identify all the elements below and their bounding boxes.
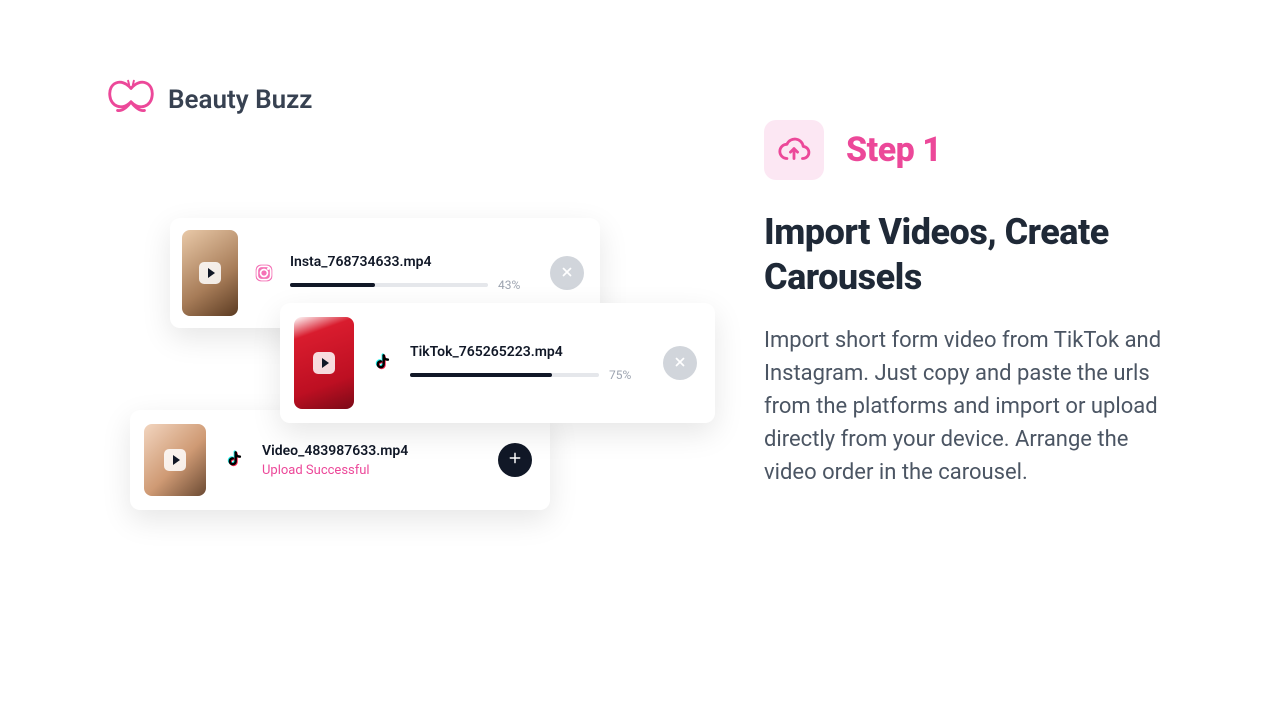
step-body: Import short form video from TikTok and … bbox=[764, 324, 1164, 489]
tiktok-icon bbox=[224, 450, 244, 470]
progress-percent: 75% bbox=[609, 368, 645, 382]
video-thumbnail[interactable] bbox=[182, 230, 238, 316]
upload-filename: TikTok_765265223.mp4 bbox=[410, 344, 645, 360]
play-icon bbox=[199, 262, 221, 284]
progress-bar bbox=[290, 283, 488, 287]
step-headline: Import Videos, Create Carousels bbox=[764, 210, 1164, 300]
cancel-upload-button[interactable] bbox=[550, 256, 584, 290]
upload-filename: Video_483987633.mp4 bbox=[262, 443, 480, 459]
close-icon bbox=[673, 354, 687, 373]
upload-card: Video_483987633.mp4 Upload Successful bbox=[130, 410, 550, 510]
step-panel: Step 1 Import Videos, Create Carousels I… bbox=[764, 120, 1164, 489]
play-icon bbox=[313, 352, 335, 374]
progress-bar bbox=[410, 373, 599, 377]
cloud-upload-icon bbox=[764, 120, 824, 180]
upload-cards-area: Insta_768734633.mp4 43% T bbox=[130, 218, 750, 538]
instagram-icon bbox=[254, 263, 274, 283]
add-button[interactable] bbox=[498, 443, 532, 477]
tiktok-icon bbox=[372, 353, 392, 373]
brand-name: Beauty Buzz bbox=[168, 85, 312, 115]
butterfly-icon bbox=[108, 78, 154, 122]
upload-filename: Insta_768734633.mp4 bbox=[290, 254, 534, 270]
step-badge: Step 1 bbox=[846, 130, 941, 170]
brand-logo: Beauty Buzz bbox=[108, 78, 312, 122]
video-thumbnail[interactable] bbox=[294, 317, 354, 409]
close-icon bbox=[560, 264, 574, 283]
play-icon bbox=[164, 449, 186, 471]
plus-icon bbox=[507, 450, 523, 470]
upload-card: TikTok_765265223.mp4 75% bbox=[280, 303, 715, 423]
cancel-upload-button[interactable] bbox=[663, 346, 697, 380]
upload-status: Upload Successful bbox=[262, 463, 480, 478]
progress-percent: 43% bbox=[498, 278, 534, 292]
video-thumbnail[interactable] bbox=[144, 424, 206, 496]
